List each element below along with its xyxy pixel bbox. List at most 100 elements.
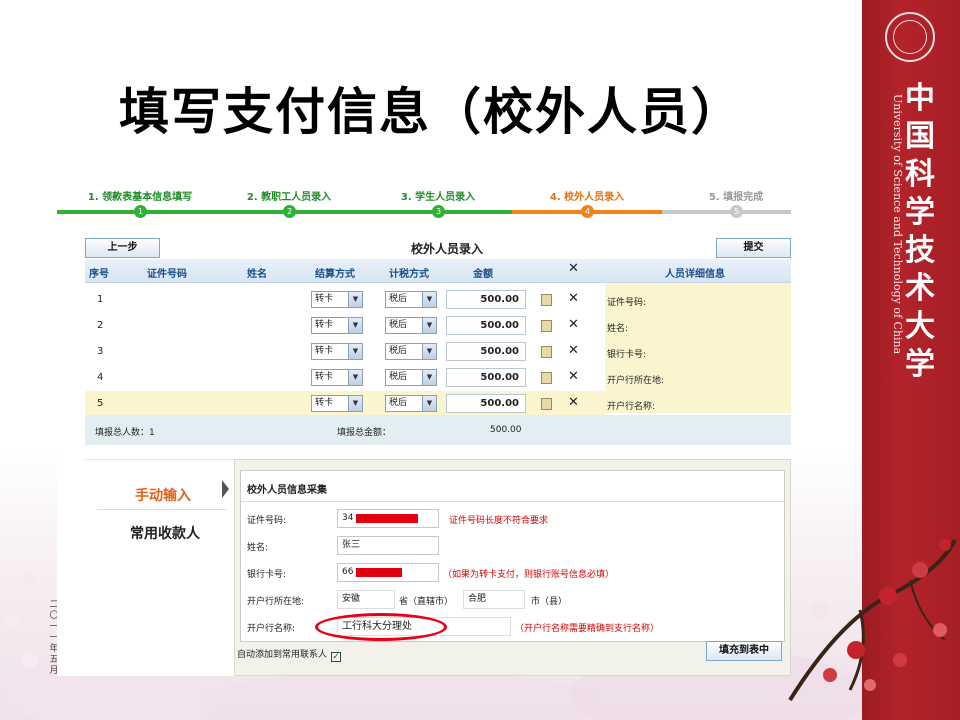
step-3-dot: 3 (432, 205, 445, 218)
card-label: 银行卡号: (247, 570, 287, 580)
col-settlement: 结算方式 (315, 269, 355, 280)
settlement-select[interactable]: 转卡 ▼ (311, 395, 363, 412)
id-label: 证件号码: (247, 516, 287, 526)
row-index: 4 (97, 372, 104, 383)
table-row[interactable]: 2 转卡 ▼ 税后 ▼ 500.00 ✕ (85, 313, 605, 339)
step-1-dot: 1 (134, 205, 147, 218)
step-5-dot: 5 (730, 205, 743, 218)
person-info-form: 校外人员信息采集 证件号码: 34 证件号码长度不符合要求 姓名: 张三 银行卡… (234, 459, 791, 676)
highlight-circle (315, 613, 447, 641)
delete-icon[interactable]: ✕ (568, 291, 579, 306)
step-3-label[interactable]: 3. 学生人员录入 (364, 188, 512, 203)
step-2-label[interactable]: 2. 教职工人员录入 (215, 188, 363, 203)
col-amount: 金额 (473, 269, 493, 280)
edit-icon[interactable] (541, 398, 552, 410)
id-number-input[interactable]: 34 (337, 509, 439, 528)
grid-header: 序号 证件号码 姓名 结算方式 计税方式 金额 ✕ 人员详细信息 (85, 259, 791, 283)
step-4-dot: 4 (581, 205, 594, 218)
prev-step-button[interactable]: 上一步 (85, 238, 160, 258)
detail-id-label: 证件号码: (607, 298, 647, 308)
settlement-select[interactable]: 转卡 ▼ (311, 343, 363, 360)
delete-icon[interactable]: ✕ (568, 317, 579, 332)
tax-select[interactable]: 税后 ▼ (385, 395, 437, 412)
person-grid: 序号 证件号码 姓名 结算方式 计税方式 金额 ✕ 人员详细信息 1 转卡 ▼ 税… (85, 259, 791, 445)
step-progress-pending (662, 210, 791, 214)
tax-select[interactable]: 税后 ▼ (385, 343, 437, 360)
app-screenshot: 1. 领款表基本信息填写 2. 教职工人员录入 3. 学生人员录入 4. 校外人… (57, 184, 791, 676)
fill-into-table-button[interactable]: 填充到表中 (706, 641, 782, 661)
university-banner: 中国科学技术大学 University of Science and Techn… (862, 0, 960, 720)
form-body: 校外人员信息采集 证件号码: 34 证件号码长度不符合要求 姓名: 张三 银行卡… (240, 470, 785, 642)
step-4-label[interactable]: 4. 校外人员录入 (513, 188, 661, 203)
amount-input[interactable]: 500.00 (446, 316, 526, 335)
delete-icon[interactable]: ✕ (568, 343, 579, 358)
redaction-mark (356, 568, 402, 577)
university-seal-icon (885, 12, 935, 62)
name-input[interactable]: 张三 (337, 536, 439, 555)
col-name: 姓名 (247, 269, 267, 280)
redaction-mark (356, 514, 418, 523)
form-title: 校外人员信息采集 (247, 485, 327, 496)
detail-bank-label: 开户行名称: (607, 402, 656, 412)
card-hint: （如果为转卡支付，则银行账号信息必填） (443, 570, 615, 580)
settlement-select[interactable]: 转卡 ▼ (311, 317, 363, 334)
settlement-select[interactable]: 转卡 ▼ (311, 291, 363, 308)
table-row[interactable]: 4 转卡 ▼ 税后 ▼ 500.00 ✕ (85, 365, 605, 391)
row-index: 1 (97, 294, 104, 305)
grid-summary: 填报总人数：1 填报总金额： 500.00 (85, 415, 791, 445)
table-row[interactable]: 3 转卡 ▼ 税后 ▼ 500.00 ✕ (85, 339, 605, 365)
total-amount-label: 填报总金额： (337, 428, 392, 438)
total-count: 填报总人数：1 (95, 428, 155, 438)
entry-panel: 手动输入 常用收款人 校外人员信息采集 证件号码: 34 证件号码长度不符合要求… (85, 459, 791, 676)
delete-icon[interactable]: ✕ (568, 369, 579, 384)
tab-manual-input[interactable]: 手动输入 (97, 477, 227, 510)
settlement-select[interactable]: 转卡 ▼ (311, 369, 363, 386)
university-name-english: University of Science and Technology of … (891, 94, 904, 355)
auto-add-label: 自动添加到常用联系人 (237, 650, 328, 660)
col-id-number: 证件号码 (147, 269, 187, 280)
tax-select[interactable]: 税后 ▼ (385, 317, 437, 334)
university-name-chinese: 中国科学技术大学 (905, 81, 935, 382)
auto-add-row: 自动添加到常用联系人 ✓ (237, 647, 342, 662)
table-row-selected[interactable]: 5 转卡 ▼ 税后 ▼ 500.00 ✕ (85, 391, 605, 417)
bank-label: 开户行名称: (247, 624, 296, 634)
person-detail-panel: 证件号码: 姓名: 银行卡号: 开户行所在地: 开户行名称: (605, 283, 791, 413)
province-suffix: 省（直辖市） (399, 597, 454, 607)
edit-icon[interactable] (541, 372, 552, 384)
table-row[interactable]: 1 转卡 ▼ 税后 ▼ 500.00 ✕ (85, 287, 605, 313)
row-index: 2 (97, 320, 104, 331)
delete-icon[interactable]: ✕ (568, 395, 579, 410)
amount-input[interactable]: 500.00 (446, 394, 526, 413)
tab-pointer-icon (222, 480, 229, 498)
amount-input[interactable]: 500.00 (446, 368, 526, 387)
detail-card-label: 银行卡号: (607, 350, 647, 360)
edit-icon[interactable] (541, 346, 552, 358)
amount-input[interactable]: 500.00 (446, 342, 526, 361)
tax-select[interactable]: 税后 ▼ (385, 291, 437, 308)
wizard-steps: 1. 领款表基本信息填写 2. 教职工人员录入 3. 学生人员录入 4. 校外人… (57, 184, 791, 222)
submit-button[interactable]: 提交 (716, 238, 791, 258)
name-label: 姓名: (247, 543, 269, 553)
amount-input[interactable]: 500.00 (446, 290, 526, 309)
grid-title: 校外人员录入 (410, 242, 483, 256)
city-input[interactable]: 合肥 (463, 590, 525, 609)
delete-all-icon[interactable]: ✕ (568, 261, 579, 276)
row-index: 5 (97, 398, 104, 409)
edit-icon[interactable] (541, 294, 552, 306)
entry-tabs: 手动输入 常用收款人 (85, 459, 233, 676)
province-input[interactable]: 安徽 (337, 590, 395, 609)
row-index: 3 (97, 346, 104, 357)
step-2-dot: 2 (283, 205, 296, 218)
col-tax: 计税方式 (389, 269, 429, 280)
step-1-label[interactable]: 1. 领款表基本信息填写 (66, 188, 214, 203)
card-number-input[interactable]: 66 (337, 563, 439, 582)
step-5-label[interactable]: 5. 填报完成 (662, 188, 810, 203)
location-label: 开户行所在地: (247, 597, 305, 607)
tax-select[interactable]: 税后 ▼ (385, 369, 437, 386)
tab-common-payee[interactable]: 常用收款人 (130, 523, 200, 543)
bank-hint: （开户行名称需要精确到支行名称） (515, 624, 660, 634)
id-error-message: 证件号码长度不符合要求 (449, 516, 549, 526)
city-suffix: 市（县） (531, 597, 568, 607)
edit-icon[interactable] (541, 320, 552, 332)
auto-add-checkbox[interactable]: ✓ (331, 652, 342, 662)
